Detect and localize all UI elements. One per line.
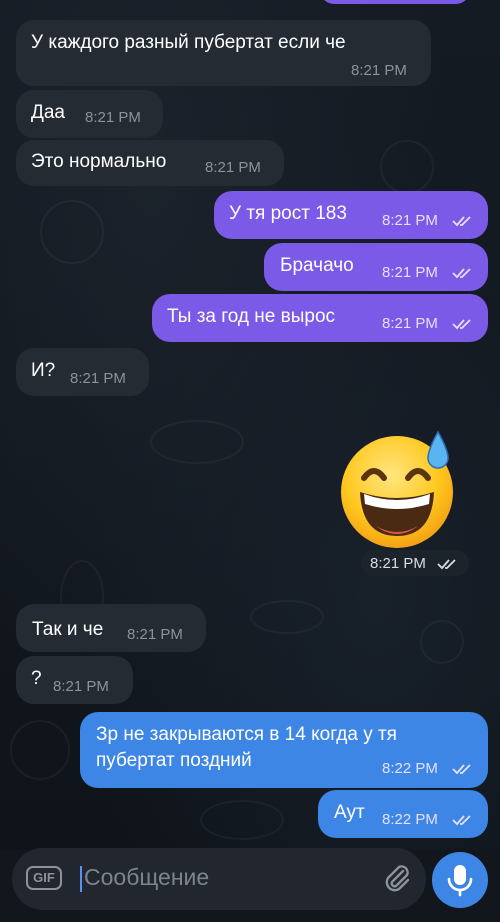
message-time: 8:21 PM xyxy=(382,264,438,281)
incoming-message[interactable]: Даа 8:21 PM xyxy=(16,90,163,138)
message-time: 8:21 PM xyxy=(205,159,261,176)
message-text-line-2: пубертат поздний xyxy=(96,750,252,771)
message-text: Ты за год не вырос xyxy=(167,306,336,327)
read-checkmarks-icon xyxy=(452,764,471,775)
read-checkmarks-icon xyxy=(452,815,471,826)
incoming-message[interactable]: Это нормально 8:21 PM xyxy=(16,140,284,186)
microphone-icon xyxy=(447,865,473,897)
message-text: Даа xyxy=(31,102,66,123)
message-text: И? xyxy=(31,360,56,381)
read-checkmarks-icon xyxy=(452,268,471,279)
read-checkmarks-icon xyxy=(452,216,471,227)
message-time: 8:21 PM xyxy=(382,315,438,332)
message-time: 8:21 PM xyxy=(382,212,438,229)
voice-record-button[interactable] xyxy=(432,852,488,908)
read-checkmarks-icon xyxy=(452,319,471,330)
gif-button[interactable]: GIF xyxy=(26,866,62,890)
incoming-message[interactable]: И? 8:21 PM xyxy=(16,348,149,396)
message-time: 8:22 PM xyxy=(382,760,438,777)
text-caret xyxy=(80,866,82,892)
outgoing-message[interactable]: Зр не закрываются в 14 когда у тя пуберт… xyxy=(80,712,488,788)
message-text-line-1: Зр не закрываются в 14 когда у тя xyxy=(96,724,397,745)
message-input-placeholder: Сообщение xyxy=(84,864,210,890)
message-input[interactable] xyxy=(12,848,426,910)
grinning-sweat-emoji-sticker[interactable] xyxy=(336,428,458,550)
outgoing-message[interactable]: У тя рост 183 8:21 PM xyxy=(214,191,488,239)
sticker-timestamp: 8:21 PM xyxy=(361,550,469,576)
message-time: 8:21 PM xyxy=(127,626,183,643)
message-text: ? xyxy=(31,668,42,689)
message-time: 8:22 PM xyxy=(382,811,438,828)
outgoing-message[interactable]: Брачачо 8:21 PM xyxy=(264,243,488,291)
message-text: Так и че xyxy=(32,619,104,640)
incoming-message[interactable]: ? 8:21 PM xyxy=(16,656,133,704)
message-time: 8:21 PM xyxy=(70,370,126,387)
message-time: 8:21 PM xyxy=(53,678,109,695)
message-text: У каждого разный пубертат если че xyxy=(31,32,346,53)
outgoing-message[interactable]: Ты за год не вырос 8:21 PM xyxy=(152,294,488,342)
message-time: 8:21 PM xyxy=(85,109,141,126)
message-text: Это нормально xyxy=(31,151,167,172)
message-time: 8:21 PM xyxy=(351,62,407,79)
message-text: Аут xyxy=(334,802,365,823)
incoming-message[interactable]: Так и че 8:21 PM xyxy=(16,604,206,652)
paperclip-icon[interactable] xyxy=(380,862,414,896)
previous-message-edge xyxy=(320,0,470,4)
outgoing-message[interactable]: Аут 8:22 PM xyxy=(318,790,488,838)
incoming-message[interactable]: У каждого разный пубертат если че 8:21 P… xyxy=(16,20,431,86)
message-text: Брачачо xyxy=(280,255,354,276)
message-text: У тя рост 183 xyxy=(229,203,347,224)
read-checkmarks-icon xyxy=(437,559,456,570)
message-time: 8:21 PM xyxy=(370,555,426,572)
